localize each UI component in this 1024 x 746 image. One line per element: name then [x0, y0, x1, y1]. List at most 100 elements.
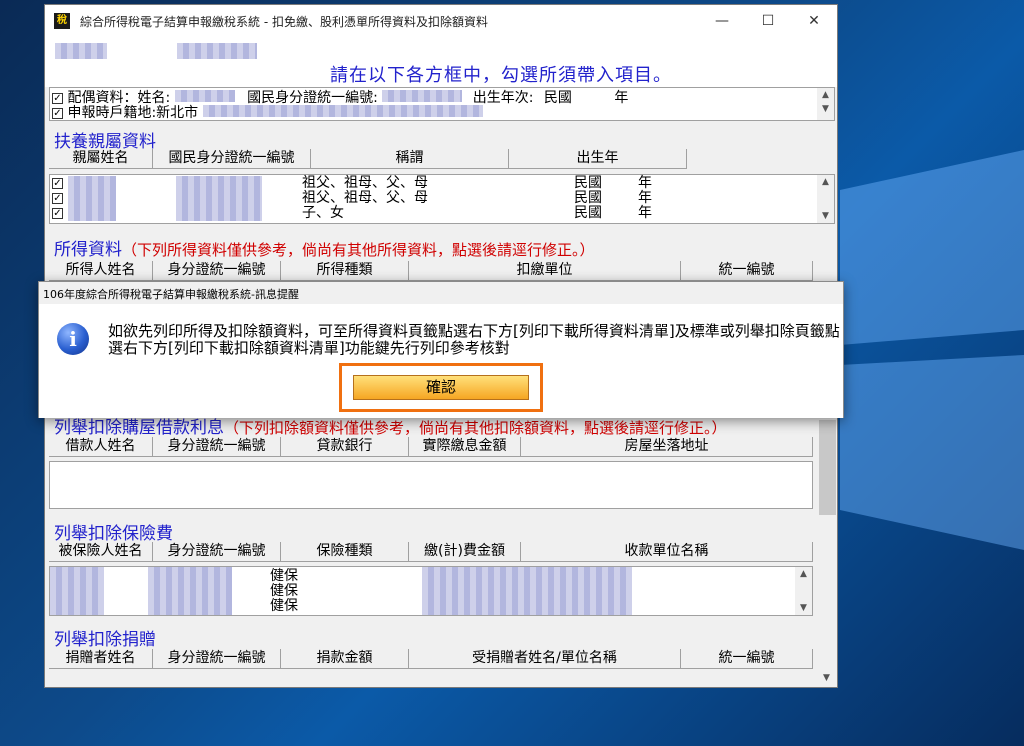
main-scrollbar[interactable] — [819, 420, 836, 515]
dep-relation: 祖父、祖母、父、母 — [302, 175, 428, 191]
birth-unit: 年 — [614, 90, 629, 106]
spouse-checkbox[interactable]: ✓ — [52, 92, 63, 104]
donation-header: 捐贈者姓名 身分證統一編號 捐款金額 受捐贈者姓名/單位名稱 統一編號 — [49, 649, 813, 669]
insurance-row[interactable]: 健保 — [270, 599, 298, 614]
dependent-checkbox[interactable]: ✓ — [52, 192, 63, 204]
filer-scrollbar[interactable]: ▲ ▼ — [817, 88, 834, 120]
redacted-spouse-name — [174, 90, 235, 102]
insurance-scrollbar[interactable]: ▲ ▼ — [795, 567, 812, 615]
mortgage-note: （下列扣除額資料僅供參考，倘尚有其他扣除額資料，點選後請逕行修正。） — [224, 419, 727, 437]
dep-roc: 民國 — [574, 205, 602, 221]
mortgage-section: 列舉扣除購屋借款利息（下列扣除額資料僅供參考，倘尚有其他扣除額資料，點選後請逕行… — [49, 413, 835, 509]
insurance-list: 健保 健保 健保 ▲ ▼ — [49, 566, 813, 616]
page-headline: 請在以下各方框中，勾選所須帶入項目。 — [330, 65, 672, 86]
maximize-icon[interactable]: ☐ — [745, 5, 791, 37]
redacted-address — [202, 105, 483, 117]
dialog-title: 106年度綜合所得稅電子結算申報繳稅系統-訊息提醒 — [43, 288, 299, 301]
dependents-list: ✓ 祖父、祖母、父、母 民國 年 ✓ 祖父、祖母、父、母 民國 年 ✓ 子、女 … — [49, 174, 835, 224]
dependent-row[interactable]: ✓ 子、女 民國 年 — [52, 206, 812, 221]
donation-section: 列舉扣除捐贈 捐贈者姓名 身分證統一編號 捐款金額 受捐贈者姓名/單位名稱 統一… — [49, 623, 835, 687]
dependents-header: 親屬姓名 國民身分證統一編號 稱謂 出生年 — [49, 149, 729, 169]
dependent-row[interactable]: ✓ 祖父、祖母、父、母 民國 年 — [52, 176, 812, 191]
info-icon: i — [57, 323, 89, 355]
income-note: （下列所得資料僅供參考，倘尚有其他所得資料，點選後請逕行修正。） — [122, 241, 595, 259]
col-bank: 貸款銀行 — [281, 437, 409, 457]
redacted-insured-ids — [148, 567, 232, 615]
mortgage-header: 借款人姓名 身分證統一編號 貸款銀行 實際繳息金額 房屋坐落地址 — [49, 437, 813, 457]
col-insured: 被保險人姓名 — [49, 542, 153, 562]
app-icon: 稅 — [54, 13, 70, 29]
col-recipient: 受捐贈者姓名/單位名稱 — [409, 649, 681, 669]
dep-relation: 祖父、祖母、父、母 — [302, 190, 428, 206]
col-payer: 扣繳單位 — [409, 261, 681, 281]
close-icon[interactable]: ✕ — [791, 5, 837, 37]
minimize-icon[interactable]: — — [699, 5, 745, 37]
redacted-name — [55, 43, 107, 59]
dependents-section: 扶養親屬資料 親屬姓名 國民身分證統一編號 稱謂 出生年 ✓ 祖父、祖母、父、母… — [49, 125, 835, 225]
donation-title: 列舉扣除捐贈 — [54, 630, 156, 650]
insurance-row[interactable]: 健保 — [270, 569, 298, 584]
col-earner: 所得人姓名 — [49, 261, 153, 281]
dep-unit: 年 — [638, 190, 652, 206]
redacted-id — [177, 43, 257, 59]
col-name: 親屬姓名 — [49, 149, 153, 169]
donation-scrollbar[interactable]: ▼ — [818, 671, 835, 687]
dependent-checkbox[interactable]: ✓ — [52, 177, 63, 189]
col-id: 身分證統一編號 — [153, 261, 281, 281]
dependents-scrollbar[interactable]: ▲ ▼ — [817, 175, 834, 223]
title-bar: 稅 綜合所得稅電子結算申報繳稅系統 - 扣免繳、股利憑單所得資料及扣除額資料 —… — [45, 5, 837, 37]
dialog-message: 如欲先列印所得及扣除額資料，可至所得資料頁籤點選右下方[列印下載所得資料清單]及… — [108, 322, 840, 357]
window-title: 綜合所得稅電子結算申報繳稅系統 - 扣免繳、股利憑單所得資料及扣除額資料 — [80, 14, 488, 29]
dependent-row[interactable]: ✓ 祖父、祖母、父、母 民國 年 — [52, 191, 812, 206]
confirm-button[interactable]: 確認 — [353, 375, 529, 400]
address-checkbox[interactable]: ✓ — [52, 107, 63, 119]
col-tax-id: 統一編號 — [681, 649, 813, 669]
dep-relation: 子、女 — [302, 205, 344, 221]
redacted-insured-names — [50, 567, 104, 615]
col-donor: 捐贈者姓名 — [49, 649, 153, 669]
col-birth: 出生年 — [509, 149, 687, 169]
dialog-body: i 如欲先列印所得及扣除額資料，可至所得資料頁籤點選右下方[列印下載所得資料清單… — [39, 304, 843, 418]
insurance-title: 列舉扣除保險費 — [54, 524, 173, 544]
col-relation: 稱謂 — [311, 149, 509, 169]
insurance-header: 被保險人姓名 身分證統一編號 保險種類 繳(計)費金額 收款單位名稱 — [49, 542, 813, 562]
message-dialog: 106年度綜合所得稅電子結算申報繳稅系統-訊息提醒 i 如欲先列印所得及扣除額資… — [38, 281, 844, 418]
dep-roc: 民國 — [574, 175, 602, 191]
income-title: 所得資料（下列所得資料僅供參考，倘尚有其他所得資料，點選後請逕行修正。） — [54, 235, 595, 260]
mortgage-list — [49, 461, 813, 509]
dep-unit: 年 — [638, 175, 652, 191]
col-id: 國民身分證統一編號 — [153, 149, 311, 169]
col-address: 房屋坐落地址 — [521, 437, 813, 457]
confirm-highlight: 確認 — [339, 363, 543, 412]
windows-logo — [840, 150, 1024, 550]
col-ins-type: 保險種類 — [281, 542, 409, 562]
spouse-row: ✓ 配偶資料：姓名: 國民身分證統一編號: 出生年次: 民國 年 — [52, 90, 628, 106]
redacted-premium-receiver — [422, 567, 632, 615]
col-id: 身分證統一編號 — [153, 649, 281, 669]
col-type: 所得種類 — [281, 261, 409, 281]
dep-roc: 民國 — [574, 190, 602, 206]
spouse-label: 配偶資料：姓名: — [67, 90, 171, 106]
col-id: 身分證統一編號 — [153, 542, 281, 562]
col-receiver: 收款單位名稱 — [521, 542, 813, 562]
col-interest: 實際繳息金額 — [409, 437, 521, 457]
col-tax-id: 統一編號 — [681, 261, 813, 281]
spouse-id-label: 國民身分證統一編號: — [247, 90, 378, 106]
address-label: 申報時戶籍地:新北市 — [67, 105, 199, 121]
col-id: 身分證統一編號 — [153, 437, 281, 457]
birth-label: 出生年次: — [472, 90, 534, 106]
insurance-row[interactable]: 健保 — [270, 584, 298, 599]
dependent-checkbox[interactable]: ✓ — [52, 207, 63, 219]
insurance-section: 列舉扣除保險費 被保險人姓名 身分證統一編號 保險種類 繳(計)費金額 收款單位… — [49, 517, 835, 619]
filer-box: ✓ 配偶資料：姓名: 國民身分證統一編號: 出生年次: 民國 年 ✓ 申報時戶籍… — [49, 87, 835, 121]
income-title-text: 所得資料 — [54, 240, 122, 260]
top-panel: 請在以下各方框中，勾選所須帶入項目。 — [45, 37, 837, 87]
address-row: ✓ 申報時戶籍地:新北市 — [52, 105, 483, 121]
dep-unit: 年 — [638, 205, 652, 221]
income-section: 所得資料（下列所得資料僅供參考，倘尚有其他所得資料，點選後請逕行修正。） 所得人… — [49, 231, 835, 281]
col-amount: 捐款金額 — [281, 649, 409, 669]
col-premium: 繳(計)費金額 — [409, 542, 521, 562]
redacted-spouse-id — [382, 90, 463, 102]
mortgage-title-text: 列舉扣除購屋借款利息 — [54, 418, 224, 438]
birth-value: 民國 — [543, 90, 572, 106]
